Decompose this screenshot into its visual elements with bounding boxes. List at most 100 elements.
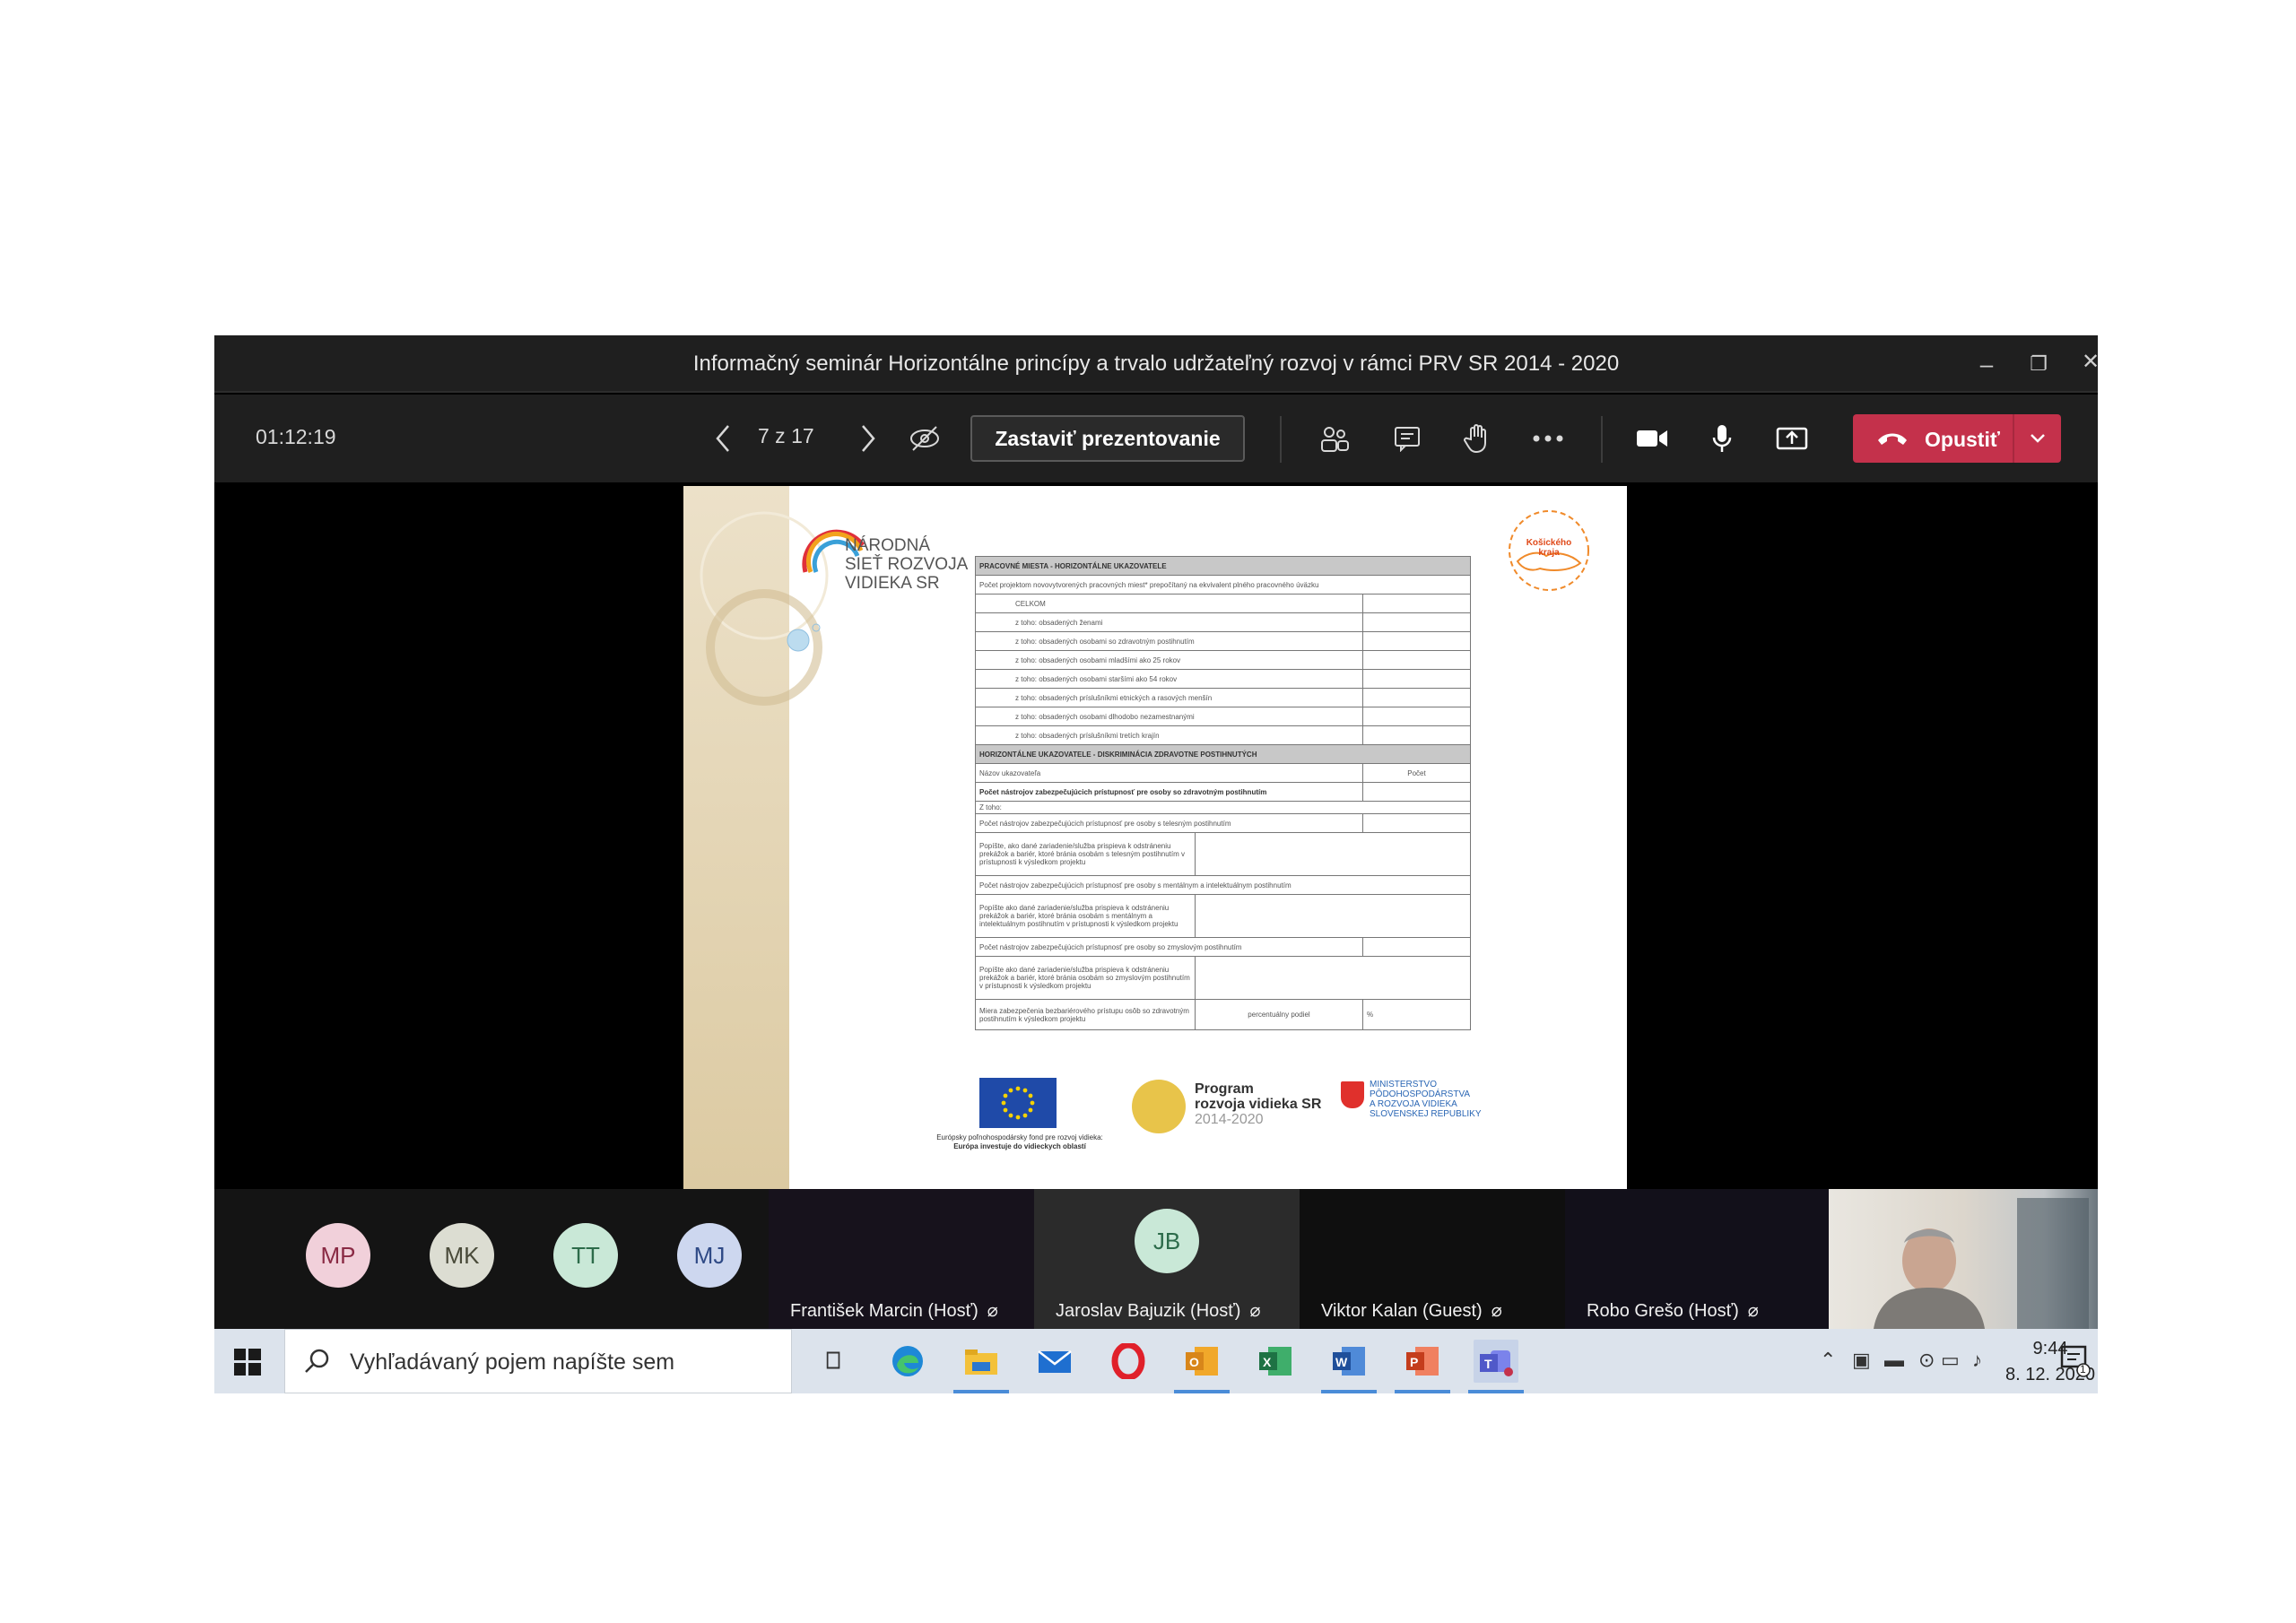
slovak-coat-of-arms-icon — [1341, 1081, 1364, 1108]
eu-stars-icon — [1001, 1086, 1035, 1120]
chevron-down-icon[interactable] — [2029, 432, 2047, 445]
close-icon[interactable]: ✕ — [2074, 346, 2098, 378]
svg-text:T: T — [1484, 1357, 1492, 1371]
screen: Informačný seminár Horizontálne princípy… — [214, 335, 2098, 1393]
participant-tile[interactable]: Robo Grešo (Hosť) ⌀ — [1565, 1189, 1831, 1329]
mic-off-icon: ⌀ — [1491, 1301, 1502, 1321]
hide-slides-button[interactable] — [902, 416, 947, 461]
prv-line: Program — [1195, 1081, 1254, 1097]
self-video-preview[interactable] — [1829, 1189, 2098, 1329]
task-view-icon[interactable]: ⎕ — [811, 1340, 856, 1383]
usb-device-icon[interactable]: ▣ — [1852, 1349, 1871, 1372]
action-center-button[interactable]: 1 — [2060, 1345, 2091, 1382]
toolbar-divider — [1601, 416, 1603, 463]
chevron-up-icon[interactable]: ⌃ — [1820, 1349, 1836, 1372]
opera-icon[interactable] — [1106, 1340, 1151, 1383]
participant-name: Jaroslav Bajuzik (Hosť) ⌀ — [1056, 1299, 1261, 1322]
ministry-line: SLOVENSKEJ REPUBLIKY — [1370, 1109, 1482, 1119]
table-cell — [1195, 832, 1471, 876]
leave-button[interactable]: Opustiť — [1853, 414, 2061, 463]
participant-tile[interactable]: JB Jaroslav Bajuzik (Hosť) ⌀ — [1034, 1189, 1300, 1329]
table-cell — [1362, 813, 1471, 833]
eye-off-icon — [910, 426, 939, 451]
active-app-underline — [1321, 1390, 1377, 1393]
table-cell — [1362, 725, 1471, 745]
avatar: JB — [1135, 1209, 1199, 1273]
outlook-icon[interactable]: O — [1174, 1340, 1230, 1393]
camera-icon — [1637, 430, 1667, 447]
participant-name: Viktor Kalan (Guest) ⌀ — [1321, 1299, 1502, 1322]
participant-tile[interactable]: Viktor Kalan (Guest) ⌀ — [1300, 1189, 1565, 1329]
active-app-underline — [1395, 1390, 1450, 1393]
table-cell — [1195, 956, 1471, 1000]
stop-presenting-button[interactable]: Zastaviť prezentovanie — [970, 415, 1245, 462]
table-cell: % — [1362, 999, 1471, 1030]
window-title: Informačný seminár Horizontálne princípy… — [692, 352, 1620, 376]
avatar[interactable]: TT — [553, 1223, 618, 1288]
battery-icon[interactable]: ▬ — [1884, 1349, 1904, 1372]
taskbar-search-box[interactable]: Vyhľadávaný pojem napíšte sem — [284, 1329, 792, 1393]
meeting-toolbar: 01:12:19 7 z 17 Zastaviť prezentovanie O… — [214, 395, 2098, 482]
microphone-button[interactable] — [1700, 416, 1744, 461]
table-row-label: z toho: obsadených osobami dlhodobo neza… — [975, 707, 1363, 726]
chat-button[interactable] — [1385, 416, 1430, 461]
svg-text:P: P — [1410, 1355, 1418, 1369]
previous-slide-button[interactable] — [700, 416, 745, 461]
participant-name-text: Jaroslav Bajuzik (Hosť) — [1056, 1301, 1241, 1321]
toolbar-divider — [1280, 416, 1282, 463]
search-placeholder: Vyhľadávaný pojem napíšte sem — [350, 1350, 675, 1375]
ministry-logo-text: MINISTERSTVO PÔDOHOSPODÁRSTVA A ROZVOJA … — [1370, 1080, 1482, 1119]
excel-icon[interactable]: X — [1253, 1340, 1298, 1383]
teams-icon[interactable]: T — [1468, 1340, 1524, 1393]
next-slide-button[interactable] — [846, 416, 891, 461]
active-app-underline — [953, 1390, 1009, 1393]
active-app-underline — [1468, 1390, 1524, 1393]
chevron-right-icon — [862, 425, 875, 452]
windows-taskbar: Vyhľadávaný pojem napíšte sem ⎕ O X W P — [214, 1329, 2098, 1393]
volume-icon[interactable]: ♪ — [1972, 1349, 1982, 1372]
chevron-left-icon — [716, 425, 729, 452]
shared-slide: NÁRODNÁ SIEŤ ROZVOJA VIDIEKA SR Košickéh… — [683, 486, 1627, 1193]
windows-logo-icon — [234, 1349, 261, 1376]
participant-tile[interactable]: František Marcin (Hosť) ⌀ — [769, 1189, 1034, 1329]
table-row-label: Miera zabezpečenia bezbariérového prístu… — [975, 999, 1196, 1030]
participants-button[interactable] — [1312, 416, 1357, 461]
more-options-button[interactable] — [1526, 416, 1570, 461]
slide-counter: 7 z 17 — [758, 424, 814, 447]
file-explorer-icon[interactable] — [953, 1340, 1009, 1393]
kraj-stamp-text: Košického kraja — [1526, 538, 1572, 558]
powerpoint-icon[interactable]: P — [1395, 1340, 1450, 1393]
edge-icon[interactable] — [885, 1340, 930, 1383]
table-row-label: Z toho: — [975, 801, 1471, 814]
microphone-tray-icon[interactable]: ⊙ — [1918, 1349, 1935, 1372]
eu-caption-line: Európsky poľnohospodársky fond pre rozvo… — [936, 1133, 1103, 1141]
start-button[interactable] — [234, 1349, 261, 1380]
table-section-title: HORIZONTÁLNE UKAZOVATELE - DISKRIMINÁCIA… — [975, 744, 1471, 764]
share-content-button[interactable] — [1770, 416, 1814, 461]
table-cell — [1362, 669, 1471, 689]
avatar[interactable]: MP — [306, 1223, 370, 1288]
eu-flag-logo — [979, 1078, 1057, 1128]
prv-line: rozvoja vidieka SR — [1195, 1097, 1322, 1112]
brand-line: SIEŤ ROZVOJA — [845, 555, 969, 574]
search-icon — [305, 1349, 329, 1373]
network-icon[interactable]: ▭ — [1941, 1349, 1960, 1372]
table-section-title: PRACOVNÉ MIESTA - HORIZONTÁLNE UKAZOVATE… — [975, 556, 1471, 576]
table-cell — [1362, 612, 1471, 632]
word-icon[interactable]: W — [1321, 1340, 1377, 1393]
phone-hangup-icon — [1878, 433, 1907, 445]
notification-count: 1 — [2080, 1363, 2086, 1376]
table-row-label: Počet nástrojov zabezpečujúcich prístupn… — [975, 782, 1363, 802]
minimize-icon[interactable]: – — [1970, 348, 2003, 380]
title-bar: Informačný seminár Horizontálne princípy… — [214, 335, 2098, 393]
presentation-stage: NÁRODNÁ SIEŤ ROZVOJA VIDIEKA SR Košickéh… — [214, 482, 2098, 1193]
person-video-icon — [1874, 1198, 2089, 1329]
camera-button[interactable] — [1630, 416, 1674, 461]
mail-icon[interactable] — [1032, 1340, 1077, 1383]
avatar[interactable]: MJ — [677, 1223, 742, 1288]
raise-hand-button[interactable] — [1455, 416, 1500, 461]
avatar[interactable]: MK — [430, 1223, 494, 1288]
restore-icon[interactable]: ❐ — [2022, 348, 2055, 380]
meeting-timer: 01:12:19 — [256, 425, 336, 448]
svg-text:X: X — [1263, 1355, 1272, 1369]
